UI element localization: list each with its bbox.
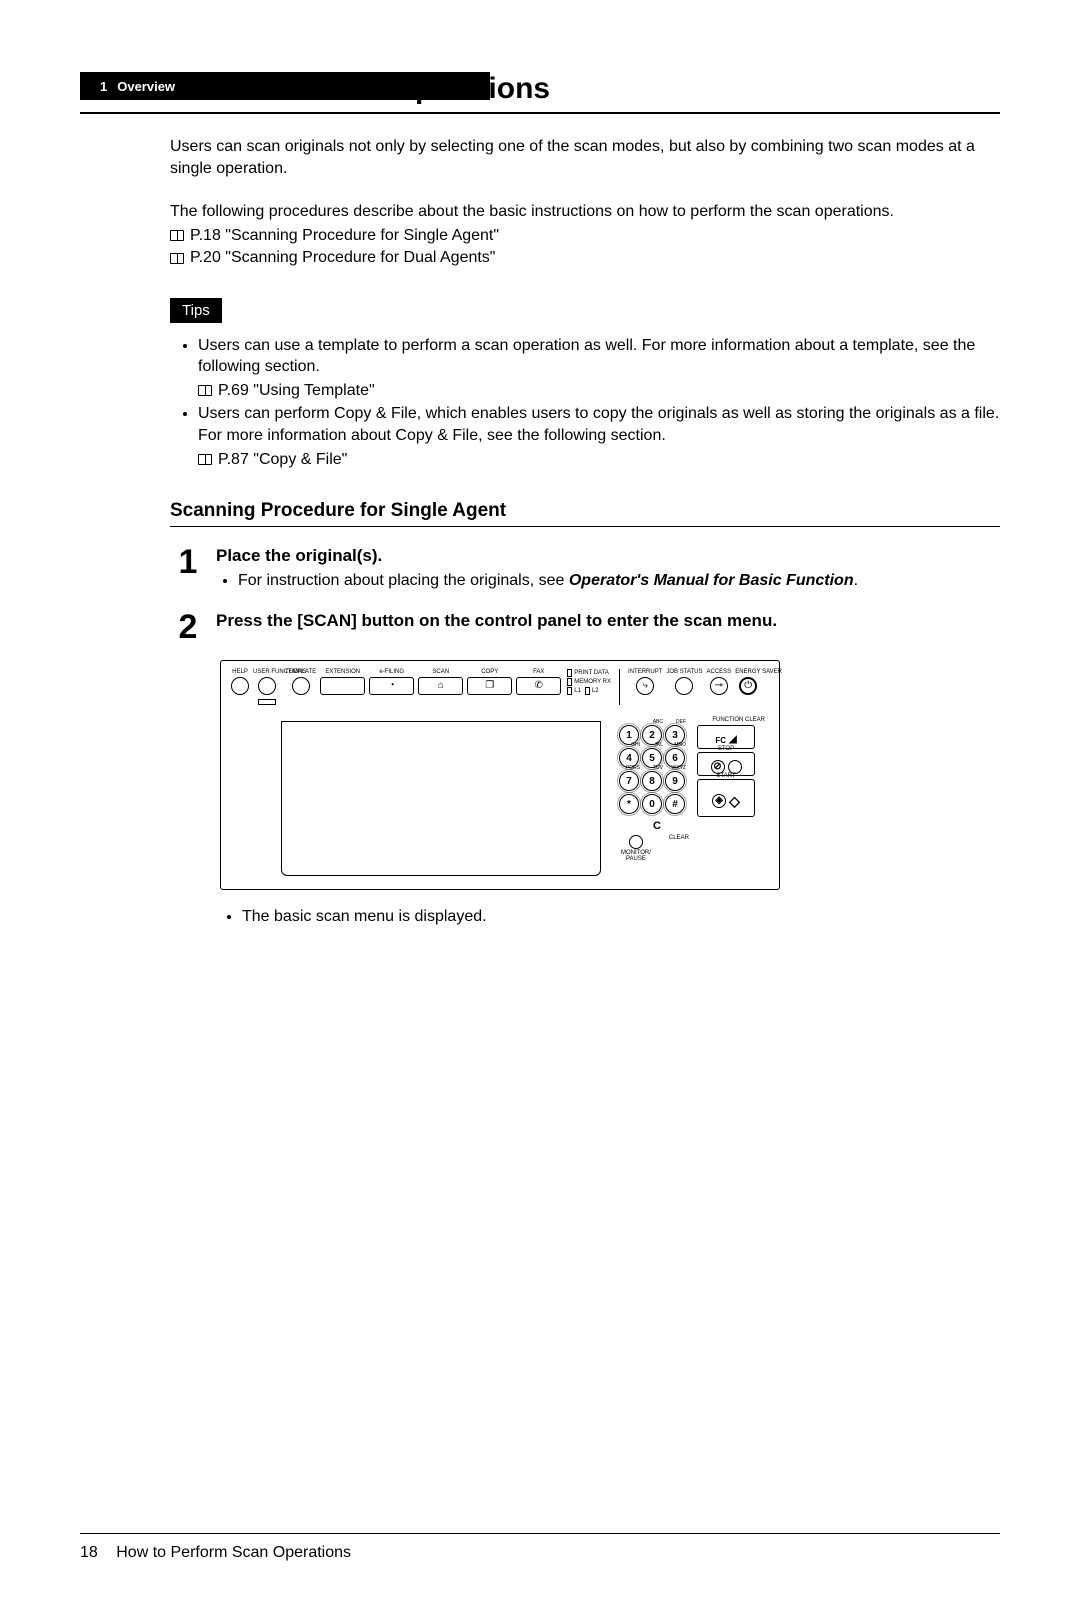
page-reference: P.18 "Scanning Procedure for Single Agen…	[170, 225, 1000, 247]
function-clear-label: FUNCTION CLEAR	[619, 717, 769, 723]
help-label: HELP	[232, 669, 248, 675]
start-icon: ◈	[712, 794, 726, 808]
tip-item: Users can perform Copy & File, which ena…	[198, 403, 1000, 470]
template-button	[292, 677, 310, 695]
user-functions-label: USER FUNCTIONS	[253, 669, 281, 675]
page-reference: P.20 "Scanning Procedure for Dual Agents…	[170, 247, 1000, 269]
job-status-label: JOB STATUS	[666, 669, 702, 675]
clear-key-c: C	[648, 819, 666, 833]
scan-icon: ⌂	[438, 681, 444, 691]
keypad-key-*: *	[619, 794, 639, 814]
user-functions-button	[258, 677, 276, 695]
job-status-button	[675, 677, 693, 695]
dial-icon	[258, 699, 276, 705]
copy-button: ❐	[467, 677, 512, 695]
reference-text: P.18 "Scanning Procedure for Single Agen…	[190, 225, 499, 247]
start-button: START◈◇	[697, 779, 755, 817]
chapter-header: 1 Overview	[80, 72, 490, 100]
status-leds: PRINT DATA MEMORY RX L1L2	[567, 669, 611, 695]
energy-saver-button: ⏻	[739, 677, 757, 695]
step-bullet: For instruction about placing the origin…	[238, 571, 1000, 592]
chapter-title: Overview	[117, 79, 175, 94]
fax-icon: ✆	[535, 681, 543, 691]
page-footer: 18 How to Perform Scan Operations	[80, 1533, 1000, 1562]
tip-text: Users can perform Copy & File, which ena…	[198, 405, 999, 444]
fax-button: ✆	[516, 677, 561, 695]
tip-reference: P.69 "Using Template"	[218, 380, 375, 402]
scan-button: ⌂	[418, 677, 463, 695]
efiling-button: ◔	[369, 677, 414, 695]
book-icon	[170, 230, 184, 241]
step-2: 2 Press the [SCAN] button on the control…	[176, 610, 1000, 644]
scan-label: SCAN	[432, 669, 449, 675]
intro-paragraph-2: The following procedures describe about …	[170, 201, 1000, 223]
access-label: ACCESS	[707, 669, 732, 675]
copy-icon: ❐	[485, 681, 494, 691]
page-number: 18	[80, 1544, 98, 1561]
keypad-key-9: 9WXYZ	[665, 771, 685, 791]
step-title: Press the [SCAN] button on the control p…	[216, 610, 1000, 632]
interrupt-label: INTERRUPT	[628, 669, 662, 675]
step-1: 1 Place the original(s). For instruction…	[176, 545, 1000, 592]
keypad-key-7: 7PQRS	[619, 771, 639, 791]
interrupt-button: ⤷	[636, 677, 654, 695]
fax-label: FAX	[533, 669, 544, 675]
step-number: 1	[176, 545, 200, 579]
step-title: Place the original(s).	[216, 545, 1000, 567]
eraser-icon: ◢	[729, 735, 737, 745]
extension-button	[320, 677, 365, 695]
efiling-icon: ◔	[389, 681, 395, 691]
tip-reference: P.87 "Copy & File"	[218, 449, 347, 471]
numeric-keypad: 12ABC3DEF4GHI5JKL6MNO7PQRS8TUV9WXYZ*0#	[619, 725, 685, 814]
reference-text: P.20 "Scanning Procedure for Dual Agents…	[190, 247, 495, 269]
keypad-key-0: 0	[642, 794, 662, 814]
section-heading: Scanning Procedure for Single Agent	[170, 500, 1000, 527]
access-button: ⊸	[710, 677, 728, 695]
efiling-label: e-FILING	[379, 669, 404, 675]
control-panel-illustration: HELP USER FUNCTIONS TEMPLATE EXTENSION e…	[220, 660, 780, 890]
keypad-key-8: 8TUV	[642, 771, 662, 791]
book-icon	[170, 253, 184, 264]
footer-title: How to Perform Scan Operations	[116, 1544, 351, 1561]
keypad-key-#: #	[665, 794, 685, 814]
book-icon	[198, 385, 212, 396]
energy-saver-label: ENERGY SAVER	[735, 669, 761, 675]
step-result-text: The basic scan menu is displayed.	[242, 908, 1000, 926]
tip-text: Users can use a template to perform a sc…	[198, 337, 975, 376]
monitor-pause-button	[629, 835, 643, 849]
tips-list: Users can use a template to perform a sc…	[170, 335, 1000, 471]
clear-label: CLEAR	[669, 835, 689, 841]
page-reference-list: P.18 "Scanning Procedure for Single Agen…	[170, 225, 1000, 270]
monitor-pause-label: MONITOR/ PAUSE	[621, 850, 651, 862]
intro-paragraph-1: Users can scan originals not only by sel…	[170, 136, 1000, 179]
template-label: TEMPLATE	[285, 669, 316, 675]
book-icon	[198, 454, 212, 465]
extension-label: EXTENSION	[325, 669, 360, 675]
step-number: 2	[176, 610, 200, 644]
touch-screen	[281, 721, 601, 876]
copy-label: COPY	[481, 669, 498, 675]
tips-label: Tips	[170, 298, 222, 323]
help-button	[231, 677, 249, 695]
chapter-number: 1	[100, 79, 107, 94]
tip-item: Users can use a template to perform a sc…	[198, 335, 1000, 402]
stop-icon: ⊘	[711, 760, 725, 774]
